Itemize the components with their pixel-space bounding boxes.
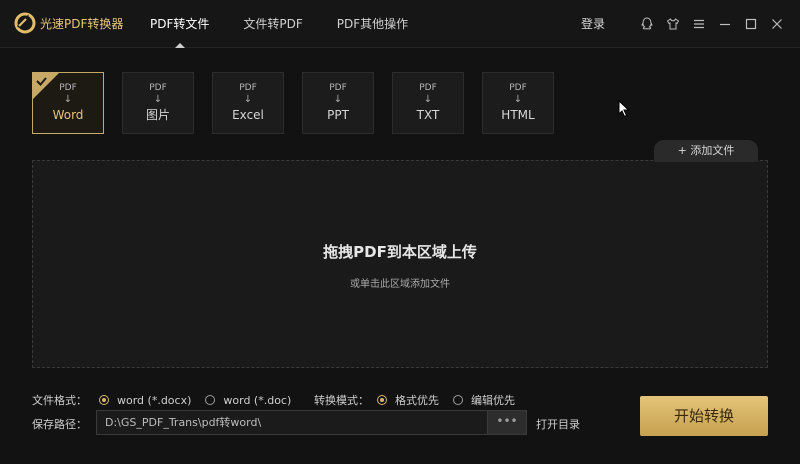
format-target: 图片 bbox=[145, 108, 170, 122]
login-link[interactable]: 登录 bbox=[581, 0, 605, 48]
arrow-down-icon: ↓ bbox=[243, 94, 253, 105]
format-card-txt[interactable]: PDF ↓ TXT bbox=[392, 72, 464, 134]
format-card-word[interactable]: PDF ↓ Word bbox=[32, 72, 104, 134]
maximize-icon[interactable] bbox=[742, 15, 760, 33]
radio-docx-label[interactable]: word (*.docx) bbox=[117, 394, 191, 407]
format-card-image[interactable]: PDF ↓ 图片 bbox=[122, 72, 194, 134]
file-format-row: 文件格式： word (*.docx) word (*.doc) bbox=[32, 392, 291, 408]
mouse-cursor-icon bbox=[618, 99, 630, 122]
menu-icon[interactable] bbox=[690, 15, 708, 33]
tab-pdf-to-file[interactable]: PDF转文件 bbox=[150, 0, 209, 48]
minimize-icon[interactable] bbox=[716, 15, 734, 33]
convert-mode-label: 转换模式： bbox=[314, 394, 369, 407]
tab-file-to-pdf[interactable]: 文件转PDF bbox=[243, 0, 302, 48]
open-directory-link[interactable]: 打开目录 bbox=[536, 416, 580, 432]
file-drop-zone[interactable]: 拖拽PDF到本区域上传 或单击此区域添加文件 bbox=[32, 160, 768, 368]
qq-icon[interactable] bbox=[638, 15, 656, 33]
arrow-down-icon: ↓ bbox=[153, 94, 163, 105]
format-card-excel[interactable]: PDF ↓ Excel bbox=[212, 72, 284, 134]
format-source: PDF bbox=[419, 83, 437, 93]
radio-doc-label[interactable]: word (*.doc) bbox=[223, 394, 291, 407]
radio-format-first[interactable] bbox=[377, 395, 387, 405]
radio-doc[interactable] bbox=[205, 395, 216, 405]
close-icon[interactable] bbox=[768, 15, 786, 33]
arrow-down-icon: ↓ bbox=[513, 94, 523, 105]
format-source: PDF bbox=[329, 83, 347, 93]
format-card-ppt[interactable]: PDF ↓ PPT bbox=[302, 72, 374, 134]
format-source: PDF bbox=[509, 83, 527, 93]
format-target: Word bbox=[52, 108, 84, 122]
format-target: PPT bbox=[327, 108, 349, 122]
format-target: Excel bbox=[232, 108, 264, 122]
start-convert-button[interactable]: 开始转换 bbox=[640, 396, 768, 436]
add-file-button[interactable]: + 添加文件 bbox=[654, 140, 758, 162]
arrow-down-icon: ↓ bbox=[423, 94, 433, 105]
format-target: TXT bbox=[416, 108, 440, 122]
window-controls bbox=[630, 15, 786, 33]
format-source: PDF bbox=[239, 83, 257, 93]
app-name: 光速PDF转换器 bbox=[40, 16, 124, 31]
file-format-label: 文件格式： bbox=[32, 394, 87, 407]
app-logo: 光速PDF转换器 bbox=[14, 12, 123, 34]
radio-edit-first-label[interactable]: 编辑优先 bbox=[471, 392, 515, 408]
format-selector: PDF ↓ Word PDF ↓ 图片 PDF ↓ Excel PDF ↓ PP… bbox=[32, 72, 572, 134]
save-path-input[interactable]: D:\GS_PDF_Trans\pdf转word\ bbox=[96, 410, 488, 435]
browse-button[interactable]: ••• bbox=[487, 410, 527, 435]
skin-icon[interactable] bbox=[664, 15, 682, 33]
save-path-label: 保存路径： bbox=[32, 418, 87, 431]
convert-mode-row: 转换模式： 格式优先 编辑优先 bbox=[314, 392, 515, 408]
format-card-html[interactable]: PDF ↓ HTML bbox=[482, 72, 554, 134]
format-source: PDF bbox=[149, 83, 167, 93]
logo-icon bbox=[14, 12, 36, 34]
tab-pdf-other[interactable]: PDF其他操作 bbox=[337, 0, 408, 48]
check-icon bbox=[33, 73, 59, 99]
drop-zone-title: 拖拽PDF到本区域上传 bbox=[323, 243, 477, 261]
save-path-row: 保存路径： bbox=[32, 416, 87, 432]
main-nav: PDF转文件 文件转PDF PDF其他操作 bbox=[150, 0, 442, 48]
drop-zone-subtitle: 或单击此区域添加文件 bbox=[350, 279, 450, 290]
radio-docx[interactable] bbox=[99, 395, 109, 405]
arrow-down-icon: ↓ bbox=[333, 94, 343, 105]
radio-format-first-label[interactable]: 格式优先 bbox=[395, 392, 439, 408]
radio-edit-first[interactable] bbox=[453, 395, 463, 405]
format-target: HTML bbox=[501, 108, 535, 122]
title-bar: 光速PDF转换器 PDF转文件 文件转PDF PDF其他操作 登录 bbox=[0, 0, 800, 48]
